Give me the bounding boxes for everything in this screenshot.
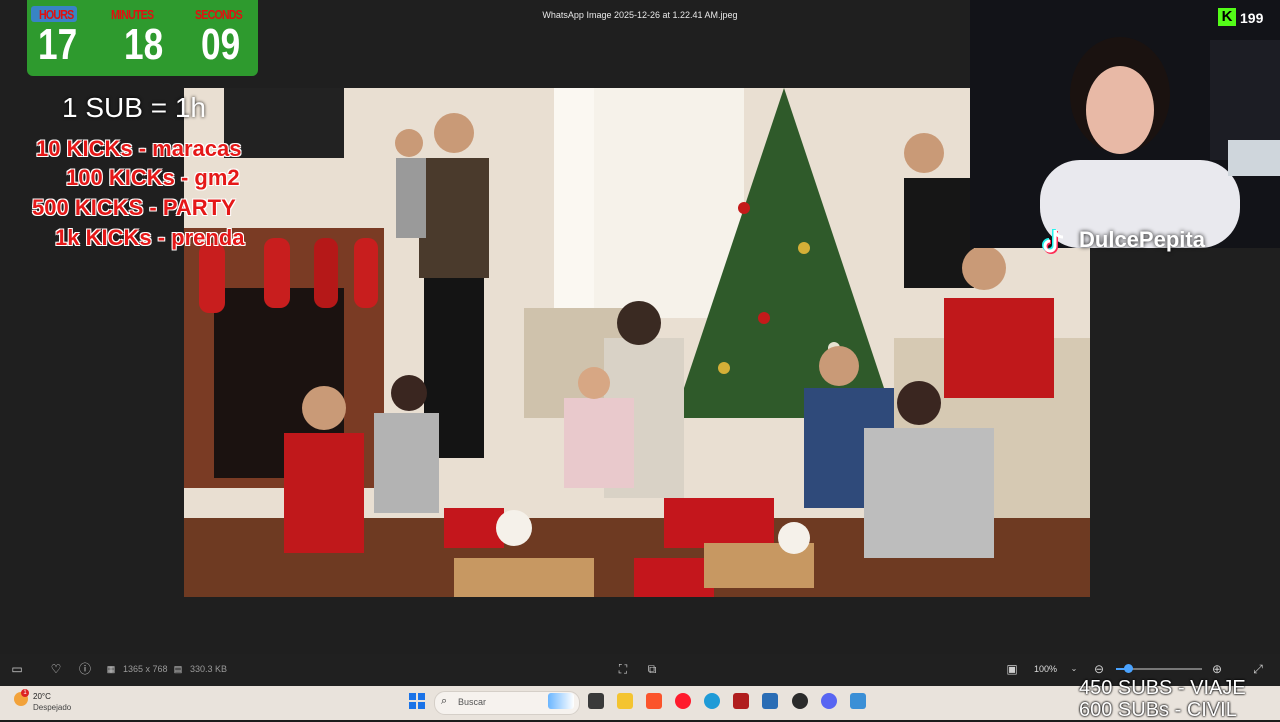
zoom-slider-thumb[interactable] (1124, 664, 1133, 673)
hours-value: 17 (38, 20, 78, 69)
kick-viewer-count: 199 (1240, 10, 1264, 26)
tiktok-username: DulcePepita (1079, 227, 1205, 252)
obs-icon[interactable] (792, 693, 808, 709)
crop-icon[interactable]: ⧉ (645, 662, 659, 676)
image-file-size: 330.3 KB (190, 664, 228, 674)
tiktok-logo-icon (1036, 224, 1070, 258)
goal-item: 100 KICKs - gm2 (66, 165, 240, 190)
weather-notification-badge: 1 (21, 689, 29, 697)
goal-item: 1k KICKs - prenda (55, 225, 245, 250)
zoom-level-dropdown[interactable]: 100% (1034, 664, 1057, 674)
opera-icon[interactable] (675, 693, 691, 709)
brave-browser-icon[interactable] (646, 693, 662, 709)
task-view-icon[interactable] (588, 693, 604, 709)
heart-icon[interactable]: ♡ (49, 662, 63, 676)
webcam-feed (970, 0, 1280, 248)
search-placeholder[interactable]: Buscar (458, 697, 486, 707)
sub-rule-text: 1 SUB = 1h (62, 92, 206, 123)
edge-icon[interactable] (704, 693, 720, 709)
red-app-icon[interactable] (733, 693, 749, 709)
seconds-value: 09 (201, 20, 241, 69)
store-icon[interactable] (762, 693, 778, 709)
windows-logo-pane (409, 693, 416, 700)
family-christmas-photo (184, 88, 1090, 597)
subathon-countdown: HOURS MINUTES SECONDS 17 18 09 (27, 0, 258, 76)
info-icon[interactable]: ⓘ (78, 662, 92, 676)
actual-size-icon[interactable]: ▣ (1005, 662, 1019, 676)
photos-app-icon[interactable] (850, 693, 866, 709)
windows-logo-pane (418, 702, 425, 709)
image-dimensions: 1365 x 768 (123, 664, 168, 674)
windows-logo-pane (409, 702, 416, 709)
windows-logo-pane (418, 693, 425, 700)
kick-logo-icon: K (1218, 8, 1236, 26)
dimensions-icon: ▦ (106, 664, 116, 674)
start-button[interactable] (409, 693, 425, 709)
discord-icon[interactable] (821, 693, 837, 709)
zoom-in-icon[interactable]: ⊕ (1210, 662, 1224, 676)
fullscreen-icon[interactable]: ⤢ (1251, 662, 1265, 676)
sub-goal-item: 450 SUBS - VIAJE (1079, 677, 1246, 699)
goal-item: 10 KICKs - maracas (36, 136, 242, 161)
fit-screen-icon[interactable]: ⛶ (616, 662, 630, 676)
weather-description[interactable]: Despejado (33, 703, 71, 712)
goal-item: 500 KICKS - PARTY (32, 195, 236, 220)
viewer-title: WhatsApp Image 2025-12-26 at 1.22.41 AM.… (542, 10, 738, 20)
file-explorer-icon[interactable] (617, 693, 633, 709)
weather-temperature[interactable]: 20°C (33, 692, 51, 701)
sub-goal-item: 600 SUBs - CIVIL (1079, 699, 1237, 721)
chevron-down-icon[interactable]: ⌄ (1067, 662, 1081, 676)
search-icon: ⌕ (441, 695, 448, 707)
search-highlight-icon[interactable] (548, 693, 574, 709)
film-strip-icon[interactable]: ▭ (10, 662, 24, 676)
zoom-out-icon[interactable]: ⊖ (1092, 662, 1106, 676)
minutes-value: 18 (124, 20, 164, 69)
file-size-icon: ▤ (173, 664, 183, 674)
